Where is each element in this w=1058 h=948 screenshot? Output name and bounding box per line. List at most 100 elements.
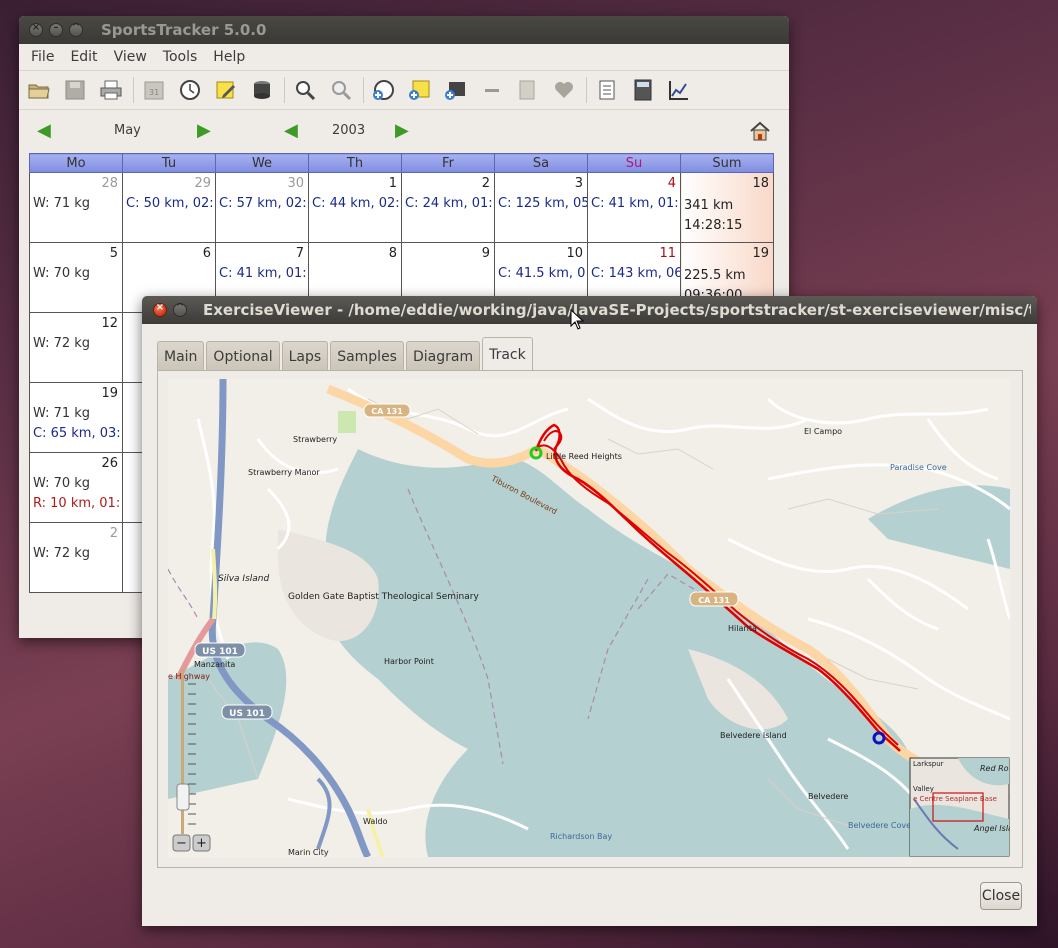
menu-tools[interactable]: Tools [155, 49, 206, 65]
overview-minimap[interactable]: Larkspur Red Ro Valley e Centre Seaplane… [909, 757, 1010, 857]
calendar-day-cell[interactable]: 3 C: 125 km, 05 [494, 172, 588, 243]
exercise-viewer-titlebar[interactable]: × ^ ExerciseViewer - /home/eddie/working… [142, 296, 1037, 324]
heart-icon[interactable] [550, 76, 578, 104]
add-exercise-icon[interactable] [370, 76, 398, 104]
maximize-icon[interactable]: ^ [69, 22, 83, 37]
calendar-day-cell[interactable]: 29 C: 50 km, 02: [122, 172, 216, 243]
tab-main[interactable]: Main [157, 341, 205, 372]
label-seaplane: e Centre Seaplane Base [913, 795, 997, 803]
exercise-entry[interactable]: C: 143 km, 06 [591, 266, 680, 281]
print-icon[interactable] [97, 76, 125, 104]
save-icon[interactable] [61, 76, 89, 104]
label-belvedere: Belvedere [808, 792, 848, 801]
delete-icon[interactable] [478, 76, 506, 104]
header-tu: Tu [122, 153, 216, 173]
calendar-day-cell[interactable]: 30 C: 57 km, 02: [215, 172, 309, 243]
weight-icon[interactable] [248, 76, 276, 104]
tab-track[interactable]: Track [482, 337, 533, 372]
exercise-entry[interactable]: C: 57 km, 02: [219, 196, 307, 211]
close-icon[interactable]: × [29, 22, 43, 37]
road-secondary [211, 548, 218, 620]
equipment-icon[interactable] [593, 76, 621, 104]
prev-year-icon[interactable]: ◀ [284, 120, 298, 141]
week-number: 18 [752, 176, 769, 191]
exercise-entry[interactable]: C: 41.5 km, 0 [498, 266, 585, 281]
calendar-day-cell[interactable]: 2 C: 24 km, 01: [401, 172, 495, 243]
exercise-entry[interactable]: C: 41 km, 01: [219, 266, 307, 281]
tab-optional[interactable]: Optional [206, 341, 280, 372]
exercise-entry[interactable]: C: 24 km, 01: [405, 196, 493, 211]
label-manzanita: Manzanita [194, 660, 235, 669]
clock-icon[interactable] [176, 76, 204, 104]
weight-entry[interactable]: W: 72 kg [33, 546, 90, 561]
header-we: We [215, 153, 309, 173]
menu-edit[interactable]: Edit [62, 49, 105, 65]
prev-month-icon[interactable]: ◀ [37, 120, 51, 141]
exercise-entry[interactable]: R: 10 km, 01: [33, 496, 120, 511]
calendar-day-cell[interactable]: 12 W: 72 kg [29, 312, 123, 383]
label-red-rock: Red Ro [980, 764, 1009, 773]
calendar-day-cell[interactable]: 4 C: 41 km, 01: [587, 172, 681, 243]
calendar-day-cell[interactable]: 5 W: 70 kg [29, 242, 123, 313]
exercise-entry[interactable]: C: 44 km, 02: [312, 196, 400, 211]
map-canvas[interactable]: El Campo Paradise Cove Little Reed Heigh… [168, 379, 1010, 857]
shield-us101: US 101 [194, 642, 246, 658]
next-month-icon[interactable]: ▶ [197, 120, 211, 141]
weight-entry[interactable]: W: 72 kg [33, 336, 90, 351]
tab-samples[interactable]: Samples [330, 341, 404, 372]
exercise-entry[interactable]: C: 125 km, 05 [498, 196, 587, 211]
month-year-nav: ◀ May ▶ ◀ 2003 ▶ [19, 120, 789, 144]
calendar-day-cell[interactable]: 2 W: 72 kg [29, 522, 123, 593]
zoom-slider-handle[interactable] [176, 783, 190, 811]
calendar-icon[interactable]: 31 [140, 76, 168, 104]
day-number: 19 [101, 386, 118, 401]
tab-diagram[interactable]: Diagram [405, 341, 481, 372]
menu-help[interactable]: Help [205, 49, 253, 65]
exercise-entry[interactable]: C: 41 km, 01: [591, 196, 679, 211]
exercise-entry[interactable]: C: 65 km, 03: [33, 426, 121, 441]
label-strawberry: Strawberry [293, 435, 337, 444]
week-distance: 225.5 km [684, 268, 746, 283]
weight-entry[interactable]: W: 70 kg [33, 476, 90, 491]
home-today-icon[interactable] [749, 120, 771, 146]
day-number: 9 [481, 246, 490, 261]
calendar-day-cell[interactable]: 1 C: 44 km, 02: [308, 172, 402, 243]
label-valley: Valley [913, 785, 934, 793]
zoom-in-icon[interactable] [291, 76, 319, 104]
zoom-out-button[interactable]: − [172, 834, 191, 852]
calculator-icon[interactable] [629, 76, 657, 104]
sportstracker-titlebar[interactable]: × – ^ SportsTracker 5.0.0 [19, 16, 789, 44]
label-silva-island: Silva Island [218, 574, 269, 584]
minimize-icon[interactable]: – [49, 22, 63, 37]
header-fr: Fr [401, 153, 495, 173]
calendar-day-cell[interactable]: 26 W: 70 kg R: 10 km, 01: [29, 452, 123, 523]
close-button[interactable]: Close [980, 882, 1022, 910]
maximize-icon[interactable]: ^ [173, 302, 187, 317]
header-th: Th [308, 153, 402, 173]
menu-view[interactable]: View [106, 49, 155, 65]
menu-file[interactable]: File [23, 49, 62, 65]
svg-text:US 101: US 101 [229, 709, 265, 719]
zoom-out-icon[interactable] [327, 76, 355, 104]
calendar-day-cell[interactable]: 19 W: 71 kg C: 65 km, 03: [29, 382, 123, 453]
add-note-icon[interactable] [406, 76, 434, 104]
edit-icon[interactable] [514, 76, 542, 104]
tab-laps[interactable]: Laps [281, 341, 329, 372]
track-map[interactable]: El Campo Paradise Cove Little Reed Heigh… [168, 379, 1010, 857]
toolbar: 31 [19, 71, 789, 110]
weight-entry[interactable]: W: 70 kg [33, 266, 90, 281]
add-weight-icon[interactable] [442, 76, 470, 104]
calendar-day-cell[interactable]: 28 W: 71 kg [29, 172, 123, 243]
close-icon[interactable]: × [153, 302, 167, 317]
weight-entry[interactable]: W: 71 kg [33, 406, 90, 421]
header-su: Su [587, 153, 681, 173]
statistics-chart-icon[interactable] [665, 76, 693, 104]
label-belvedere-cove: Belvedere Cove [848, 821, 911, 830]
zoom-in-button[interactable]: + [192, 834, 211, 852]
open-folder-icon[interactable] [25, 76, 53, 104]
exercise-entry[interactable]: C: 50 km, 02: [126, 196, 214, 211]
weight-entry[interactable]: W: 71 kg [33, 196, 90, 211]
next-year-icon[interactable]: ▶ [395, 120, 409, 141]
note-icon[interactable] [212, 76, 240, 104]
window-title: SportsTracker 5.0.0 [101, 21, 267, 39]
